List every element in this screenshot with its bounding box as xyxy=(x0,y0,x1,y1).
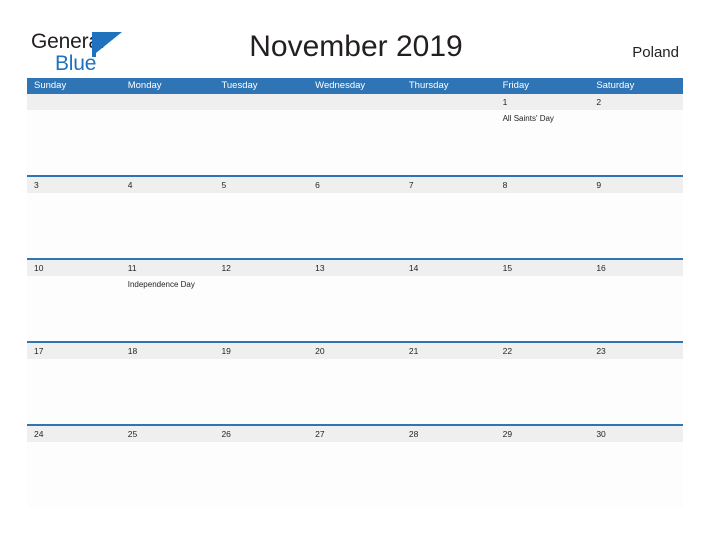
day-number[interactable]: 24 xyxy=(27,426,121,442)
day-cell[interactable] xyxy=(308,110,402,175)
day-cell[interactable] xyxy=(27,276,121,341)
day-number[interactable]: 2 xyxy=(589,94,683,110)
week-event-band: Independence Day xyxy=(27,276,683,341)
day-number[interactable]: 18 xyxy=(121,343,215,359)
day-cell[interactable] xyxy=(402,359,496,424)
day-cell[interactable] xyxy=(402,442,496,507)
week-date-band: 10 11 12 13 14 15 16 xyxy=(27,260,683,276)
week-event-band xyxy=(27,359,683,424)
weekday-header-tuesday: Tuesday xyxy=(221,80,258,91)
day-number[interactable]: 15 xyxy=(496,260,590,276)
day-cell[interactable] xyxy=(214,276,308,341)
day-cell[interactable] xyxy=(589,193,683,258)
day-cell[interactable] xyxy=(308,359,402,424)
day-number[interactable]: 23 xyxy=(589,343,683,359)
day-number[interactable]: 28 xyxy=(402,426,496,442)
week-date-band: 3 4 5 6 7 8 9 xyxy=(27,177,683,193)
day-number[interactable] xyxy=(27,94,121,110)
week-date-band: 1 2 xyxy=(27,94,683,110)
event-label: All Saints' Day xyxy=(502,114,554,123)
day-cell[interactable] xyxy=(214,442,308,507)
day-number[interactable]: 27 xyxy=(308,426,402,442)
day-number[interactable]: 20 xyxy=(308,343,402,359)
day-number[interactable]: 16 xyxy=(589,260,683,276)
week-event-band xyxy=(27,193,683,258)
week-event-band xyxy=(27,442,683,507)
day-number[interactable]: 6 xyxy=(308,177,402,193)
day-number[interactable]: 10 xyxy=(27,260,121,276)
day-cell[interactable] xyxy=(214,110,308,175)
day-number[interactable]: 8 xyxy=(496,177,590,193)
day-cell[interactable] xyxy=(496,359,590,424)
event-label: Independence Day xyxy=(127,280,195,289)
day-number[interactable]: 25 xyxy=(121,426,215,442)
day-cell[interactable] xyxy=(27,359,121,424)
day-cell[interactable] xyxy=(27,193,121,258)
day-cell[interactable] xyxy=(589,276,683,341)
day-number[interactable]: 22 xyxy=(496,343,590,359)
day-cell[interactable] xyxy=(589,442,683,507)
page-title: November 2019 xyxy=(249,30,463,63)
day-number[interactable]: 9 xyxy=(589,177,683,193)
week-event-band: All Saints' Day xyxy=(27,110,683,175)
day-cell[interactable] xyxy=(402,110,496,175)
day-number[interactable]: 7 xyxy=(402,177,496,193)
weekday-header-monday: Monday xyxy=(127,80,162,91)
day-number[interactable]: 1 xyxy=(496,94,590,110)
day-number[interactable] xyxy=(402,94,496,110)
country-label: Poland xyxy=(632,44,679,61)
day-cell[interactable]: Independence Day xyxy=(121,276,215,341)
day-cell[interactable] xyxy=(402,276,496,341)
day-cell[interactable] xyxy=(496,276,590,341)
day-cell[interactable] xyxy=(308,276,402,341)
weekday-header-sunday: Sunday xyxy=(34,80,67,91)
calendar-week-row: 24 25 26 27 28 29 30 xyxy=(27,424,683,507)
day-cell[interactable] xyxy=(496,442,590,507)
day-cell[interactable] xyxy=(402,193,496,258)
day-number[interactable]: 21 xyxy=(402,343,496,359)
day-cell[interactable] xyxy=(496,193,590,258)
day-number[interactable]: 12 xyxy=(214,260,308,276)
day-number[interactable]: 3 xyxy=(27,177,121,193)
day-number[interactable]: 30 xyxy=(589,426,683,442)
day-number[interactable]: 5 xyxy=(214,177,308,193)
day-number[interactable]: 26 xyxy=(214,426,308,442)
weekday-header-wednesday: Wednesday xyxy=(315,80,366,91)
calendar-grid: Sunday Monday Tuesday Wednesday Thursday… xyxy=(27,78,683,507)
day-cell[interactable] xyxy=(121,359,215,424)
day-cell[interactable] xyxy=(121,193,215,258)
day-number[interactable]: 17 xyxy=(27,343,121,359)
day-number[interactable]: 13 xyxy=(308,260,402,276)
day-cell[interactable] xyxy=(214,359,308,424)
day-cell[interactable] xyxy=(589,110,683,175)
weekday-header-thursday: Thursday xyxy=(408,80,449,91)
calendar-week-row: 17 18 19 20 21 22 23 xyxy=(27,341,683,424)
calendar-week-row: 3 4 5 6 7 8 9 xyxy=(27,175,683,258)
calendar-week-row: 10 11 12 13 14 15 16 Independence Day xyxy=(27,258,683,341)
day-cell[interactable] xyxy=(121,110,215,175)
weekday-header-saturday: Saturday xyxy=(596,80,635,91)
day-number[interactable] xyxy=(214,94,308,110)
weekday-header-row: Sunday Monday Tuesday Wednesday Thursday… xyxy=(27,78,683,94)
day-number[interactable]: 4 xyxy=(121,177,215,193)
day-cell[interactable] xyxy=(121,442,215,507)
day-number[interactable]: 11 xyxy=(121,260,215,276)
day-number[interactable]: 14 xyxy=(402,260,496,276)
page-header: General Blue November 2019 Poland xyxy=(0,0,712,76)
day-cell[interactable] xyxy=(27,110,121,175)
day-cell[interactable] xyxy=(214,193,308,258)
day-number[interactable]: 29 xyxy=(496,426,590,442)
week-date-band: 17 18 19 20 21 22 23 xyxy=(27,343,683,359)
day-number[interactable] xyxy=(121,94,215,110)
week-date-band: 24 25 26 27 28 29 30 xyxy=(27,426,683,442)
day-cell[interactable] xyxy=(308,193,402,258)
day-number[interactable] xyxy=(308,94,402,110)
day-number[interactable]: 19 xyxy=(214,343,308,359)
day-cell[interactable] xyxy=(308,442,402,507)
day-cell[interactable] xyxy=(27,442,121,507)
calendar-week-row: 1 2 All Saints' Day xyxy=(27,94,683,175)
weekday-header-friday: Friday xyxy=(502,80,529,91)
day-cell[interactable] xyxy=(589,359,683,424)
day-cell[interactable]: All Saints' Day xyxy=(496,110,590,175)
